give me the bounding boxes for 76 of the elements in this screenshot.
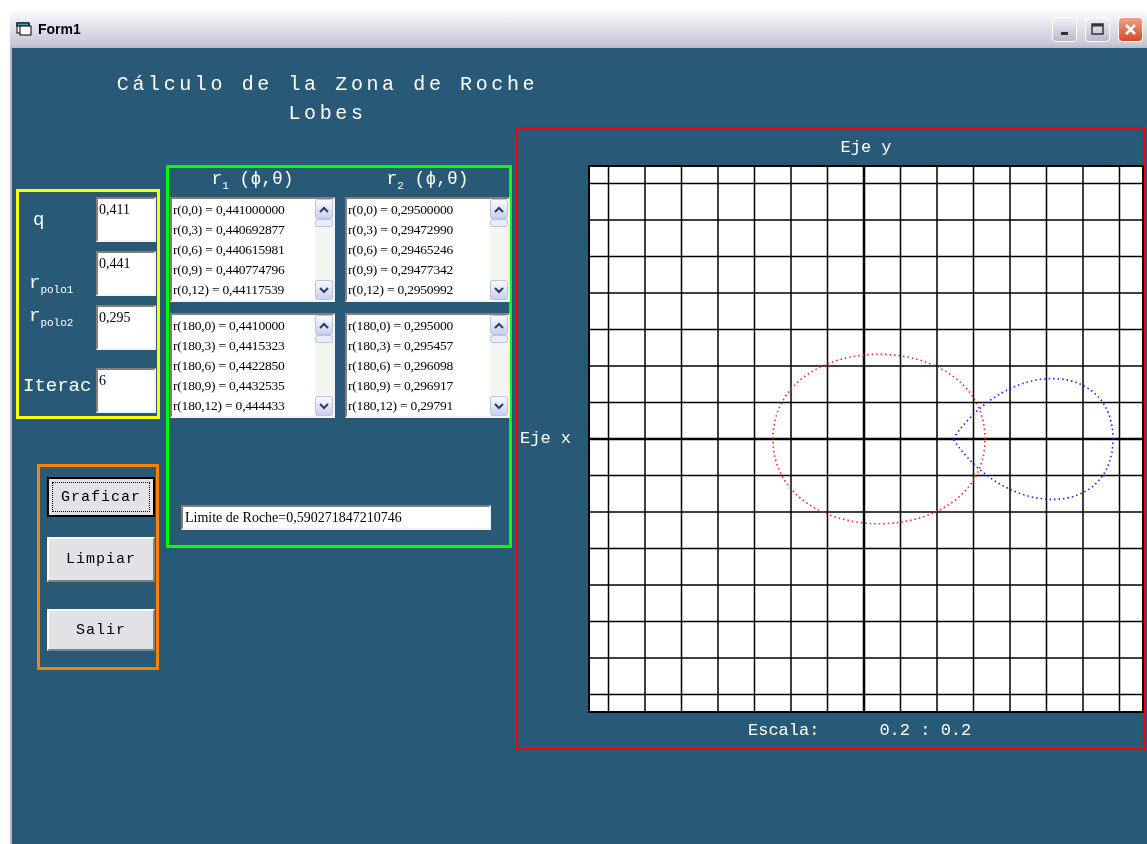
list-box[interactable]: r(180,0) = 0,295000 r(180,3) = 0,295457 r(180,6) = 0,296098 r(180,9) = 0,296917 r(180,12) = 0,29791 — [345, 313, 510, 418]
column-heading: r$_{1}$ (ϕ,θ) — [211, 169, 294, 194]
command-button[interactable]: Graficar — [47, 477, 155, 517]
list-item[interactable]: r(180,3) = 0,295457 — [347, 336, 490, 356]
column-heading: r$_{2}$ (ϕ,θ) — [386, 169, 469, 194]
input-field[interactable]: 0,295 — [96, 305, 156, 350]
scroll-up-button[interactable] — [315, 315, 333, 335]
scrollbar[interactable] — [315, 199, 333, 300]
list-box[interactable]: r(180,0) = 0,4410000 r(180,3) = 0,4415323 r(180,6) = 0,4422850 r(180,9) = 0,4432535 r(180,12) = 0,444433 — [170, 313, 335, 418]
list-box[interactable]: r(0,0) = 0,29500000 r(0,3) = 0,29472990 r(0,6) = 0,29465246 r(0,9) = 0,29477342 r(0,12) = 0,2950992 — [345, 197, 510, 302]
axis-label: Eje y — [840, 137, 892, 157]
list-item[interactable]: r(180,9) = 0,296917 — [347, 376, 490, 396]
scrollbar-thumb[interactable] — [490, 335, 508, 343]
list-item[interactable]: r(0,9) = 0,440774796 — [172, 260, 315, 280]
window-title: Form1 — [38, 21, 81, 37]
list-item[interactable]: r(0,3) = 0,440692877 — [172, 220, 315, 240]
command-button[interactable]: Limpiar — [47, 537, 155, 582]
form-heading: Lobes — [288, 101, 367, 127]
list-item[interactable]: r(180,6) = 0,296098 — [347, 356, 490, 376]
close-icon — [1124, 22, 1137, 36]
maximize-button[interactable] — [1085, 16, 1110, 42]
field-label: r$_{polo2}$ — [28, 305, 75, 329]
list-item[interactable]: r(180,0) = 0,295000 — [347, 316, 490, 336]
result-field[interactable]: Limite de Roche=0,590271847210746 — [181, 505, 491, 530]
scroll-down-button[interactable] — [315, 280, 333, 300]
scrollbar-thumb[interactable] — [315, 219, 333, 227]
chevron-up-icon — [319, 205, 329, 213]
chevron-down-icon — [319, 286, 329, 294]
chevron-down-icon — [494, 286, 504, 294]
list-item[interactable]: r(180,0) = 0,4410000 — [172, 316, 315, 336]
field-label: q — [32, 208, 46, 231]
field-label: r$_{polo1}$ — [28, 272, 75, 296]
scroll-down-button[interactable] — [490, 280, 508, 300]
field-label: Iterac — [22, 375, 93, 397]
list-item[interactable]: r(180,3) = 0,4415323 — [172, 336, 315, 356]
window-icon — [16, 22, 32, 36]
close-button[interactable] — [1118, 16, 1143, 42]
chevron-up-icon — [494, 321, 504, 329]
list-box[interactable]: r(0,0) = 0,441000000 r(0,3) = 0,440692877 r(0,6) = 0,440615981 r(0,9) = 0,440774796 r(0,12) = 0,44117539 — [170, 197, 335, 302]
list-item[interactable]: r(0,12) = 0,2950992 — [347, 280, 490, 300]
list-item[interactable]: r(0,6) = 0,440615981 — [172, 240, 315, 260]
chevron-up-icon — [494, 205, 504, 213]
minimize-icon — [1061, 31, 1068, 35]
chevron-down-icon — [319, 402, 329, 410]
input-field[interactable]: 0,441 — [96, 251, 156, 296]
list-item[interactable]: r(0,0) = 0,29500000 — [347, 200, 490, 220]
chevron-down-icon — [494, 402, 504, 410]
scrollbar[interactable] — [490, 199, 508, 300]
scroll-up-button[interactable] — [490, 199, 508, 219]
scrollbar[interactable] — [315, 315, 333, 416]
scrollbar[interactable] — [490, 315, 508, 416]
maximize-icon — [1091, 23, 1104, 35]
list-item[interactable]: r(0,12) = 0,44117539 — [172, 280, 315, 300]
input-field[interactable]: 6 — [96, 368, 156, 413]
minimize-button[interactable] — [1052, 16, 1077, 42]
list-item[interactable]: r(0,0) = 0,441000000 — [172, 200, 315, 220]
scrollbar-thumb[interactable] — [315, 335, 333, 343]
scale-value: 0.2 : 0.2 — [879, 721, 972, 740]
axis-label: Eje x — [519, 429, 572, 448]
scale-label: Escala: — [748, 721, 820, 740]
scrollbar-thumb[interactable] — [490, 219, 508, 227]
form-heading: Cálculo de la Zona de Roche — [116, 72, 539, 98]
list-item[interactable]: r(180,9) = 0,4432535 — [172, 376, 315, 396]
scroll-up-button[interactable] — [315, 199, 333, 219]
list-item[interactable]: r(180,12) = 0,444433 — [172, 396, 315, 416]
chevron-up-icon — [319, 321, 329, 329]
list-item[interactable]: r(0,9) = 0,29477342 — [347, 260, 490, 280]
scroll-up-button[interactable] — [490, 315, 508, 335]
command-button[interactable]: Salir — [47, 609, 155, 651]
scroll-down-button[interactable] — [315, 396, 333, 416]
input-field[interactable]: 0,411 — [96, 197, 156, 242]
scroll-down-button[interactable] — [490, 396, 508, 416]
list-item[interactable]: r(180,6) = 0,4422850 — [172, 356, 315, 376]
list-item[interactable]: r(180,12) = 0,29791 — [347, 396, 490, 416]
list-item[interactable]: r(0,3) = 0,29472990 — [347, 220, 490, 240]
list-item[interactable]: r(0,6) = 0,29465246 — [347, 240, 490, 260]
